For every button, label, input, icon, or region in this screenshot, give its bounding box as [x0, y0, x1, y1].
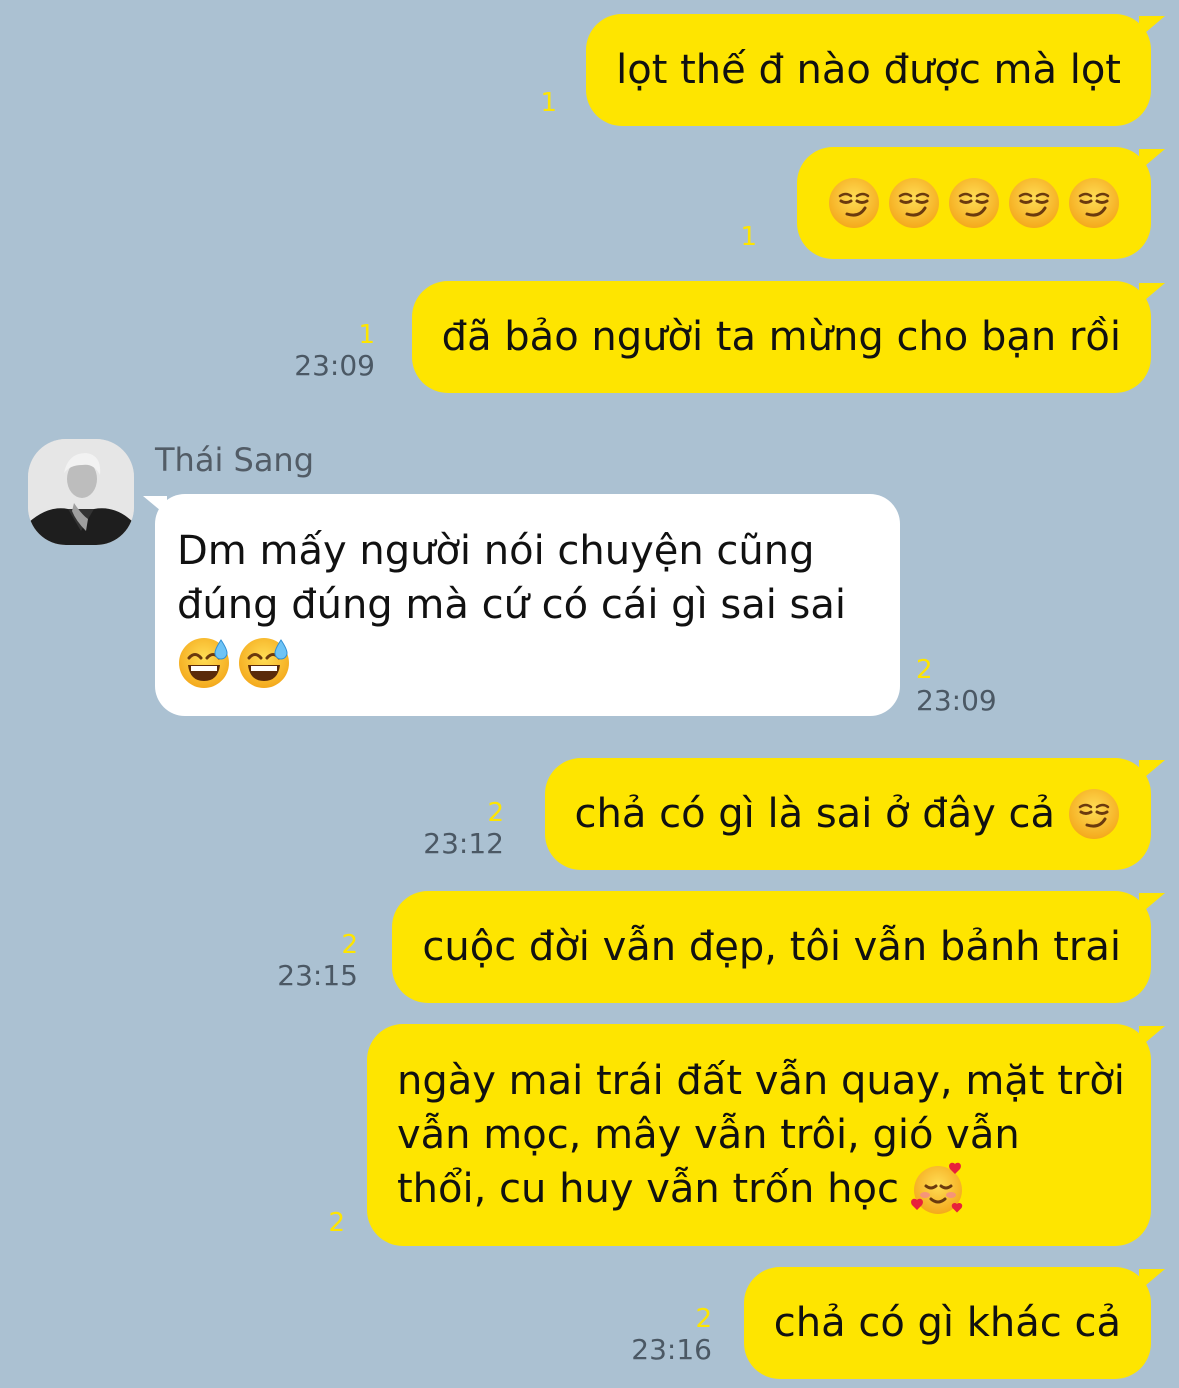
message-meta: 1 23:09 [294, 320, 375, 382]
unread-count: 2 [328, 1208, 345, 1238]
timestamp: 23:09 [294, 349, 375, 382]
unread-count: 2 [695, 1304, 712, 1334]
grinning-face-with-sweat-icon [237, 636, 291, 690]
message-text-line: thổi, cu huy vẫn trốn học [397, 1166, 899, 1212]
chat-view: 1 lọt thế đ nào được mà lọt 1 1 23:09 đã… [0, 0, 1179, 1388]
message-meta: 2 23:16 [631, 1304, 712, 1366]
unread-count: 2 [487, 798, 504, 828]
unread-count: 1 [540, 88, 557, 118]
smirking-face-icon [1067, 787, 1121, 841]
message-text: chả có gì khác cả [773, 1300, 1121, 1346]
outgoing-message[interactable]: cuộc đời vẫn đẹp, tôi vẫn bảnh trai [392, 891, 1165, 1003]
message-meta: 2 [328, 1208, 345, 1238]
outgoing-message[interactable]: ngày mai trái đất vẫn quay, mặt trời vẫn… [367, 1024, 1165, 1246]
message-text: đã bảo người ta mừng cho bạn rồi [441, 314, 1121, 360]
unread-count: 2 [916, 655, 933, 685]
timestamp: 23:16 [631, 1333, 712, 1366]
unread-count: 1 [740, 222, 757, 252]
timestamp: 23:15 [277, 959, 358, 992]
message-meta: 1 [740, 222, 757, 252]
message-meta: 2 23:09 [916, 655, 997, 717]
smirking-face-icon [827, 176, 881, 230]
emoji-group [827, 176, 1121, 230]
smirking-face-icon [947, 176, 1001, 230]
message-text-line: Dm mấy người nói chuyện cũng [177, 528, 815, 574]
timestamp: 23:09 [916, 684, 997, 717]
emoji-group [177, 636, 291, 690]
outgoing-message[interactable]: chả có gì khác cả [743, 1267, 1166, 1379]
message-text: chả có gì là sai ở đây cả [574, 791, 1055, 837]
unread-count: 1 [358, 320, 375, 350]
person-photo-icon [28, 439, 134, 545]
smirking-face-icon [1007, 176, 1061, 230]
message-text-line: ngày mai trái đất vẫn quay, mặt trời [397, 1058, 1125, 1104]
message-text: lọt thế đ nào được mà lọt [616, 47, 1121, 93]
sender-name: Thái Sang [155, 441, 315, 479]
timestamp: 23:12 [423, 827, 504, 860]
avatar[interactable] [28, 439, 134, 545]
message-text-line: đúng đúng mà cứ có cái gì sai sai [177, 582, 847, 628]
message-text-line-wrapper: thổi, cu huy vẫn trốn học [397, 1162, 965, 1216]
message-meta: 2 23:12 [423, 798, 504, 860]
smiling-face-with-hearts-icon [911, 1162, 965, 1216]
outgoing-message[interactable]: chả có gì là sai ở đây cả [544, 758, 1166, 870]
incoming-message[interactable]: Dm mấy người nói chuyện cũng đúng đúng m… [143, 494, 900, 716]
smirking-face-icon [887, 176, 941, 230]
message-text-line: vẫn mọc, mây vẫn trôi, gió vẫn [397, 1112, 1020, 1158]
message-meta: 1 [540, 88, 557, 118]
outgoing-message[interactable]: lọt thế đ nào được mà lọt [586, 14, 1165, 126]
outgoing-message[interactable] [797, 147, 1165, 259]
outgoing-message[interactable]: đã bảo người ta mừng cho bạn rồi [411, 281, 1166, 393]
smirking-face-icon [1067, 176, 1121, 230]
unread-count: 2 [341, 930, 358, 960]
grinning-face-with-sweat-icon [177, 636, 231, 690]
message-text: cuộc đời vẫn đẹp, tôi vẫn bảnh trai [422, 924, 1121, 970]
message-meta: 2 23:15 [277, 930, 358, 992]
